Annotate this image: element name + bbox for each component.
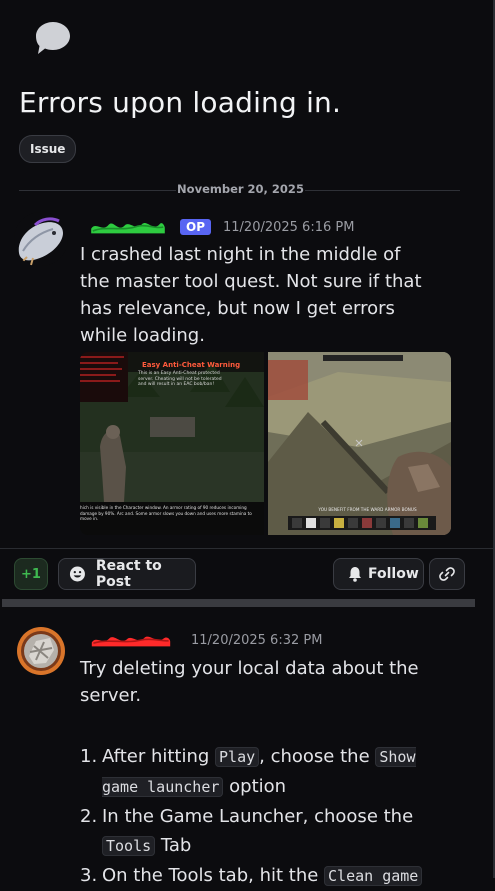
avatar[interactable] xyxy=(16,626,66,676)
horizontal-scrollbar[interactable] xyxy=(2,599,475,607)
bell-icon xyxy=(349,567,361,582)
tag-issue[interactable]: Issue xyxy=(19,135,77,163)
author-name-redacted[interactable] xyxy=(80,632,182,648)
attachment-image-1[interactable]: Easy Anti-Cheat Warning This is an Easy … xyxy=(80,352,264,535)
list-item: 3. On the Tools tab, hit the Clean game xyxy=(80,861,440,891)
list-item: 1. After hitting Play, choose the Show g… xyxy=(80,746,416,797)
inline-code: Clean game xyxy=(324,866,423,886)
chat-bubble-icon xyxy=(36,22,70,54)
copy-link-button[interactable] xyxy=(429,558,465,590)
timestamp: 11/20/2025 6:32 PM xyxy=(191,632,323,648)
inline-code: Tools xyxy=(102,836,156,856)
post-header: OP 11/20/2025 6:16 PM xyxy=(80,219,354,235)
attachment-image-2[interactable]: YOU BENEFIT FROM THE WARD ARMOR BONUS xyxy=(267,352,452,535)
date-divider: November 20, 2025 xyxy=(177,182,304,196)
game-tip-caption: hich is visible in the Character window.… xyxy=(80,505,252,521)
follow-label: Follow xyxy=(368,566,419,582)
date-divider-right xyxy=(305,190,460,191)
steps-list: 1. After hitting Play, choose the Show g… xyxy=(80,742,440,891)
avatar[interactable] xyxy=(13,211,69,267)
reply-body: Try deleting your local data about the s… xyxy=(80,658,419,706)
author-name-redacted[interactable] xyxy=(80,219,176,235)
plus-one-reaction[interactable]: +1 xyxy=(14,558,48,590)
thread-title: Errors upon loading in. xyxy=(19,86,342,119)
post-action-separator xyxy=(0,548,493,549)
post-body: I crashed last night in the middle of th… xyxy=(80,244,422,346)
link-icon xyxy=(439,567,455,581)
eac-warning-line: and will result in an EAC bob/ban! xyxy=(138,382,215,387)
eac-warning-title: Easy Anti-Cheat Warning xyxy=(142,361,241,369)
react-label: React to Post xyxy=(95,558,162,590)
op-badge: OP xyxy=(180,219,211,235)
timestamp: 11/20/2025 6:16 PM xyxy=(223,219,355,235)
image-attachments: Easy Anti-Cheat Warning This is an Easy … xyxy=(80,352,451,535)
date-divider-left xyxy=(19,190,176,191)
game-notification-caption: YOU BENEFIT FROM THE WARD ARMOR BONUS xyxy=(318,507,417,512)
inline-code: Play xyxy=(215,747,260,767)
follow-button[interactable]: Follow xyxy=(333,558,424,590)
smiley-icon xyxy=(69,566,85,582)
react-to-post-button[interactable]: React to Post xyxy=(58,558,196,590)
list-item: 2. In the Game Launcher, choose the Tool… xyxy=(80,806,414,856)
reply-header: 11/20/2025 6:32 PM xyxy=(80,632,322,648)
